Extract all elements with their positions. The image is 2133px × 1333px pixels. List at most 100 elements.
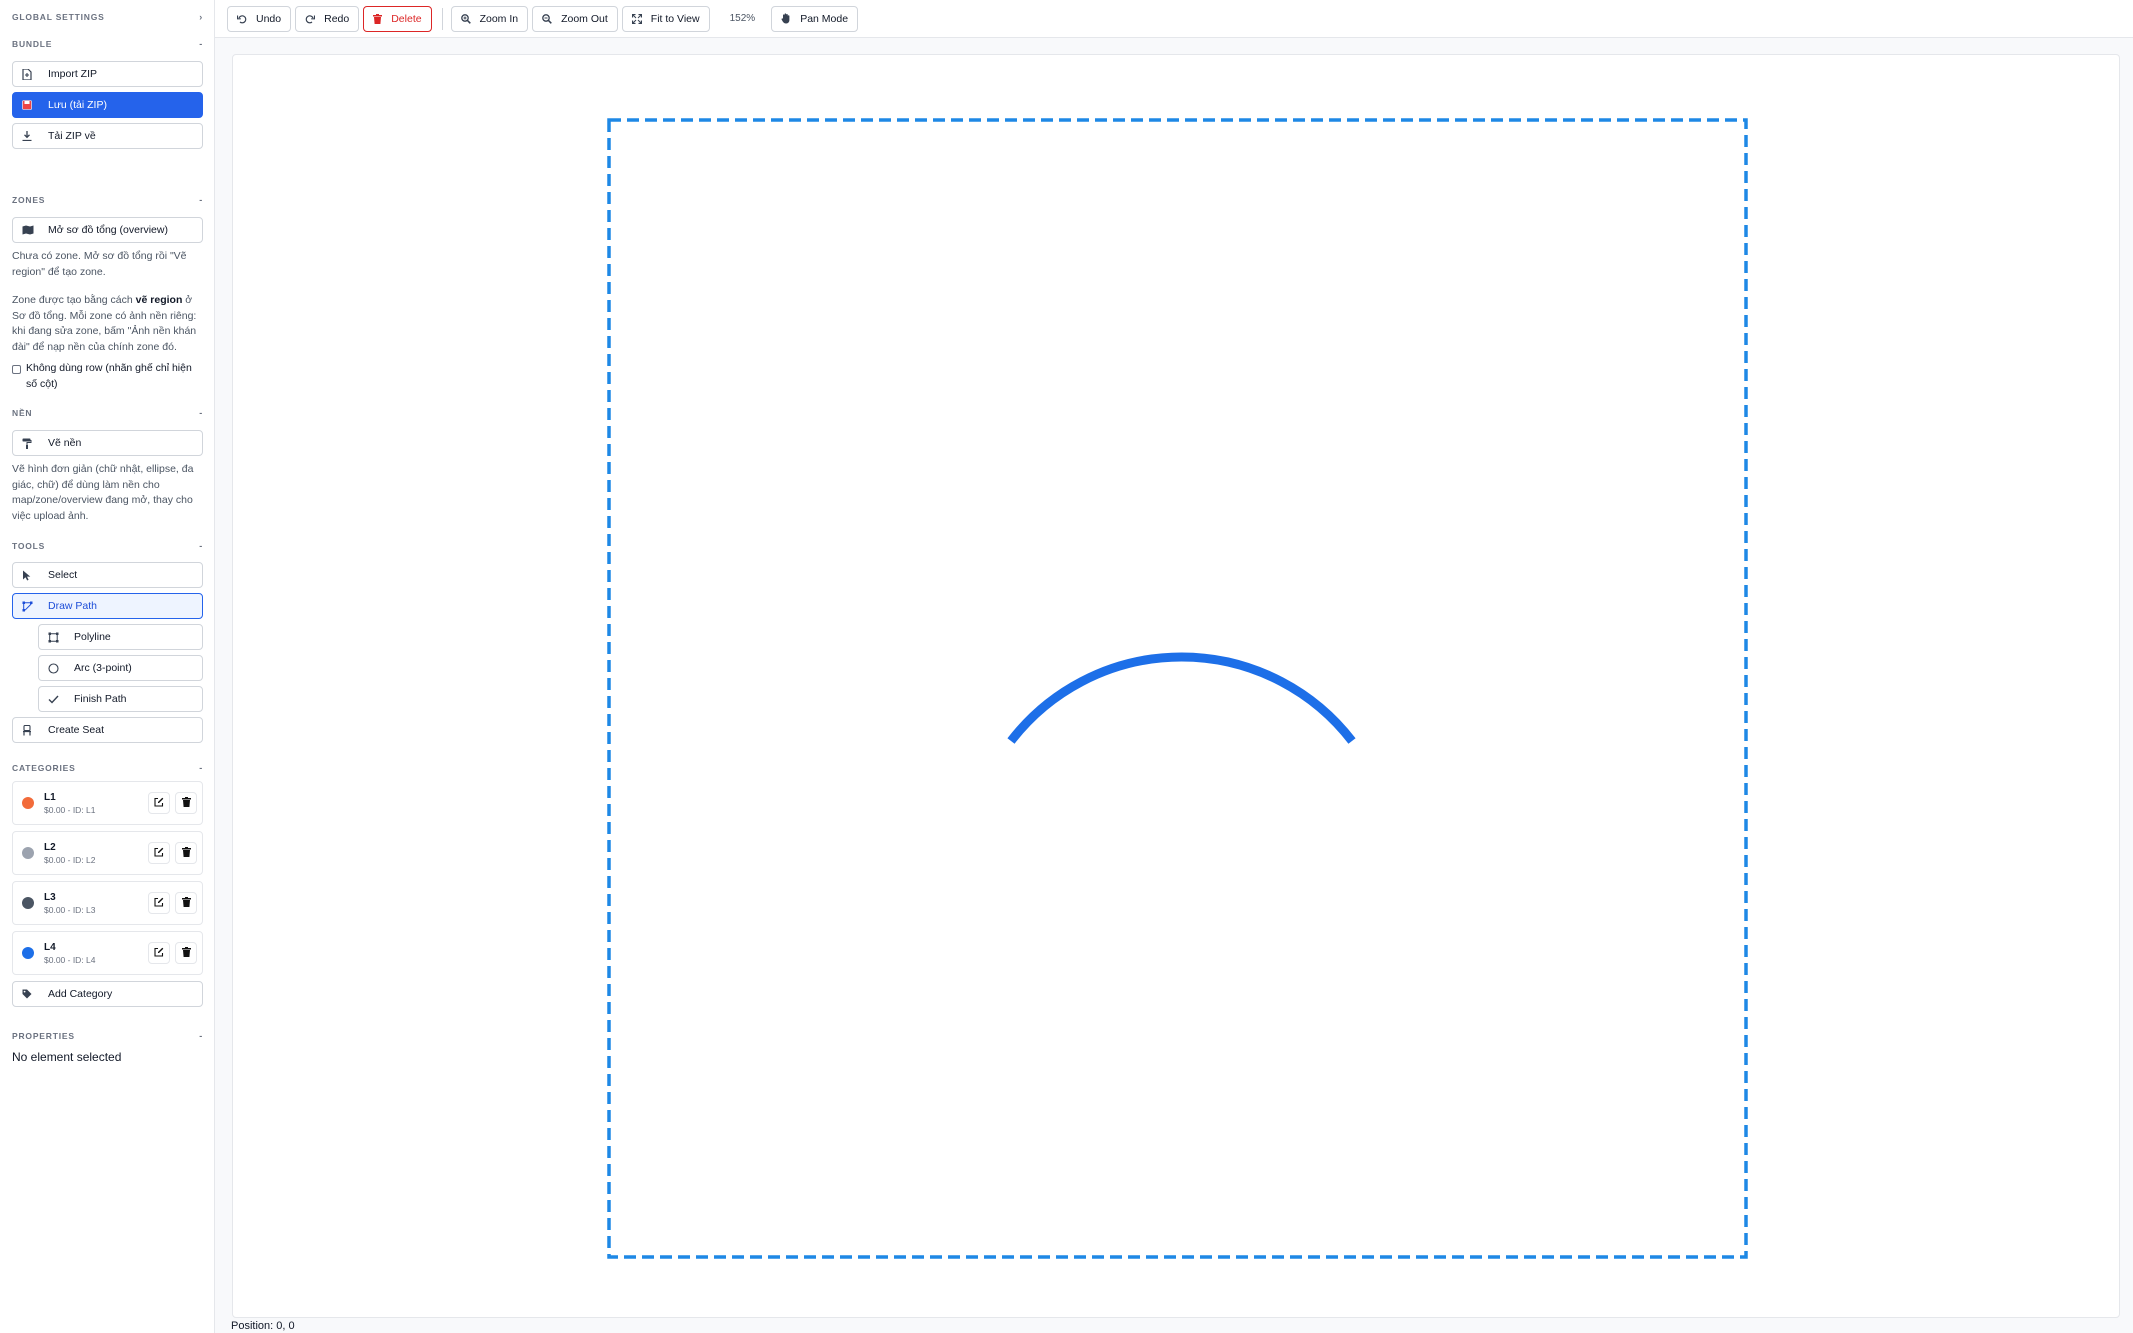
draw-background-button[interactable]: Vẽ nền — [12, 430, 203, 456]
zones-header[interactable]: ZONES - — [12, 193, 203, 207]
toolbar: Undo Redo Delete Zoom In Zoom Out Fit to… — [215, 0, 2133, 38]
categories-header[interactable]: CATEGORIES - — [12, 761, 203, 775]
save-icon — [22, 98, 38, 112]
edit-icon — [154, 844, 164, 862]
add-category-button[interactable]: Add Category — [12, 981, 203, 1007]
collapse-icon: - — [199, 1031, 203, 1041]
category-color-dot — [22, 947, 34, 959]
background-help-text: Vẽ hình đơn giản (chữ nhật, ellipse, đa … — [12, 463, 194, 522]
canvas-area[interactable] — [232, 54, 2120, 1318]
fit-to-view-button[interactable]: Fit to View — [621, 5, 710, 32]
download-icon — [22, 129, 38, 143]
category-meta: $0.00 - ID: L4 — [44, 954, 96, 965]
canvas-svg[interactable] — [233, 55, 2121, 1319]
category-name: L1 — [44, 791, 56, 803]
draw-polygon-icon — [22, 599, 38, 613]
edit-icon — [154, 794, 164, 812]
category-color-dot — [22, 847, 34, 859]
zoom-in-icon — [460, 13, 471, 24]
category-meta: $0.00 - ID: L2 — [44, 854, 96, 865]
checkbox-box[interactable] — [12, 365, 21, 374]
select-tool-button[interactable]: Select — [12, 562, 203, 588]
delete-category-button[interactable] — [175, 892, 197, 914]
category-meta: $0.00 - ID: L3 — [44, 904, 96, 915]
chair-icon — [22, 723, 38, 737]
map-boundary — [607, 118, 1748, 1259]
category-list: L1 $0.00 - ID: L1 L2 $0.00 - ID: L2 L3 $… — [12, 781, 203, 975]
category-item[interactable]: L1 $0.00 - ID: L1 — [12, 781, 203, 825]
background-header[interactable]: NỀN - — [12, 406, 203, 420]
global-settings-header[interactable]: GLOBAL SETTINGS › — [12, 10, 203, 24]
create-seat-button[interactable]: Create Seat — [12, 717, 203, 743]
map-icon — [22, 223, 38, 237]
edit-category-button[interactable] — [148, 942, 170, 964]
zoom-out-button[interactable]: Zoom Out — [532, 5, 618, 32]
category-color-dot — [22, 897, 34, 909]
trash-icon — [373, 13, 383, 24]
open-overview-button[interactable]: Mở sơ đồ tổng (overview) — [12, 217, 203, 243]
no-selection-text: No element selected — [12, 1050, 122, 1064]
zones-help-text: Zone được tạo bằng cách vẽ region ở Sơ đ… — [12, 294, 197, 353]
category-name: L2 — [44, 841, 56, 853]
circle-icon — [48, 661, 64, 675]
hand-icon — [781, 13, 791, 24]
delete-category-button[interactable] — [175, 942, 197, 964]
category-item[interactable]: L4 $0.00 - ID: L4 — [12, 931, 203, 975]
toolbar-divider — [441, 7, 443, 30]
save-zip-button[interactable]: Lưu (tải ZIP) — [12, 92, 203, 118]
chevron-right-icon: › — [199, 12, 203, 22]
edit-category-button[interactable] — [148, 892, 170, 914]
collapse-icon: - — [199, 39, 203, 49]
zones-empty-text: Chưa có zone. Mở sơ đồ tổng rồi "Vẽ regi… — [12, 250, 187, 278]
edit-category-button[interactable] — [148, 792, 170, 814]
category-name: L4 — [44, 941, 56, 953]
tools-header[interactable]: TOOLS - — [12, 539, 203, 553]
delete-button[interactable]: Delete — [363, 5, 432, 32]
sidebar: GLOBAL SETTINGS › BUNDLE - Import ZIP Lư… — [0, 0, 215, 1333]
edit-category-button[interactable] — [148, 842, 170, 864]
file-import-icon — [22, 67, 38, 81]
tags-icon — [22, 987, 38, 1001]
draw-path-button[interactable]: Draw Path — [12, 593, 203, 619]
zoom-in-button[interactable]: Zoom In — [450, 5, 529, 32]
category-item[interactable]: L2 $0.00 - ID: L2 — [12, 831, 203, 875]
trash-icon — [181, 894, 191, 912]
arc-tool-button[interactable]: Arc (3-point) — [38, 655, 203, 681]
category-meta: $0.00 - ID: L1 — [44, 804, 96, 815]
check-icon — [48, 692, 64, 706]
delete-category-button[interactable] — [175, 842, 197, 864]
category-name: L3 — [44, 891, 56, 903]
category-item[interactable]: L3 $0.00 - ID: L3 — [12, 881, 203, 925]
download-zip-button[interactable]: Tải ZIP về — [12, 123, 203, 149]
category-color-dot — [22, 797, 34, 809]
edit-icon — [154, 894, 164, 912]
trash-icon — [181, 794, 191, 812]
undo-icon — [237, 14, 247, 24]
edit-icon — [154, 944, 164, 962]
polyline-tool-button[interactable]: Polyline — [38, 624, 203, 650]
expand-icon — [631, 13, 642, 24]
no-row-checkbox[interactable]: Không dùng row (nhãn ghế chỉ hiện số cột… — [12, 361, 203, 392]
undo-button[interactable]: Undo — [227, 5, 292, 32]
redo-icon — [305, 14, 316, 24]
collapse-icon: - — [199, 195, 203, 205]
zoom-out-icon — [542, 13, 552, 24]
delete-category-button[interactable] — [175, 792, 197, 814]
position-status: Position: 0, 0 — [231, 1320, 295, 1332]
bundle-header[interactable]: BUNDLE - — [12, 37, 203, 51]
arc-path[interactable] — [1007, 652, 1356, 744]
redo-button[interactable]: Redo — [295, 5, 360, 32]
trash-icon — [181, 844, 191, 862]
properties-header[interactable]: PROPERTIES - — [12, 1029, 203, 1043]
polyline-icon — [48, 630, 64, 644]
trash-icon — [181, 944, 191, 962]
cursor-icon — [22, 568, 38, 582]
collapse-icon: - — [199, 541, 203, 551]
import-zip-button[interactable]: Import ZIP — [12, 61, 203, 87]
zoom-level: 152% — [729, 13, 756, 24]
paint-roller-icon — [22, 436, 38, 450]
finish-path-button[interactable]: Finish Path — [38, 686, 203, 712]
pan-mode-button[interactable]: Pan Mode — [771, 5, 859, 32]
collapse-icon: - — [199, 763, 203, 773]
collapse-icon: - — [199, 408, 203, 418]
